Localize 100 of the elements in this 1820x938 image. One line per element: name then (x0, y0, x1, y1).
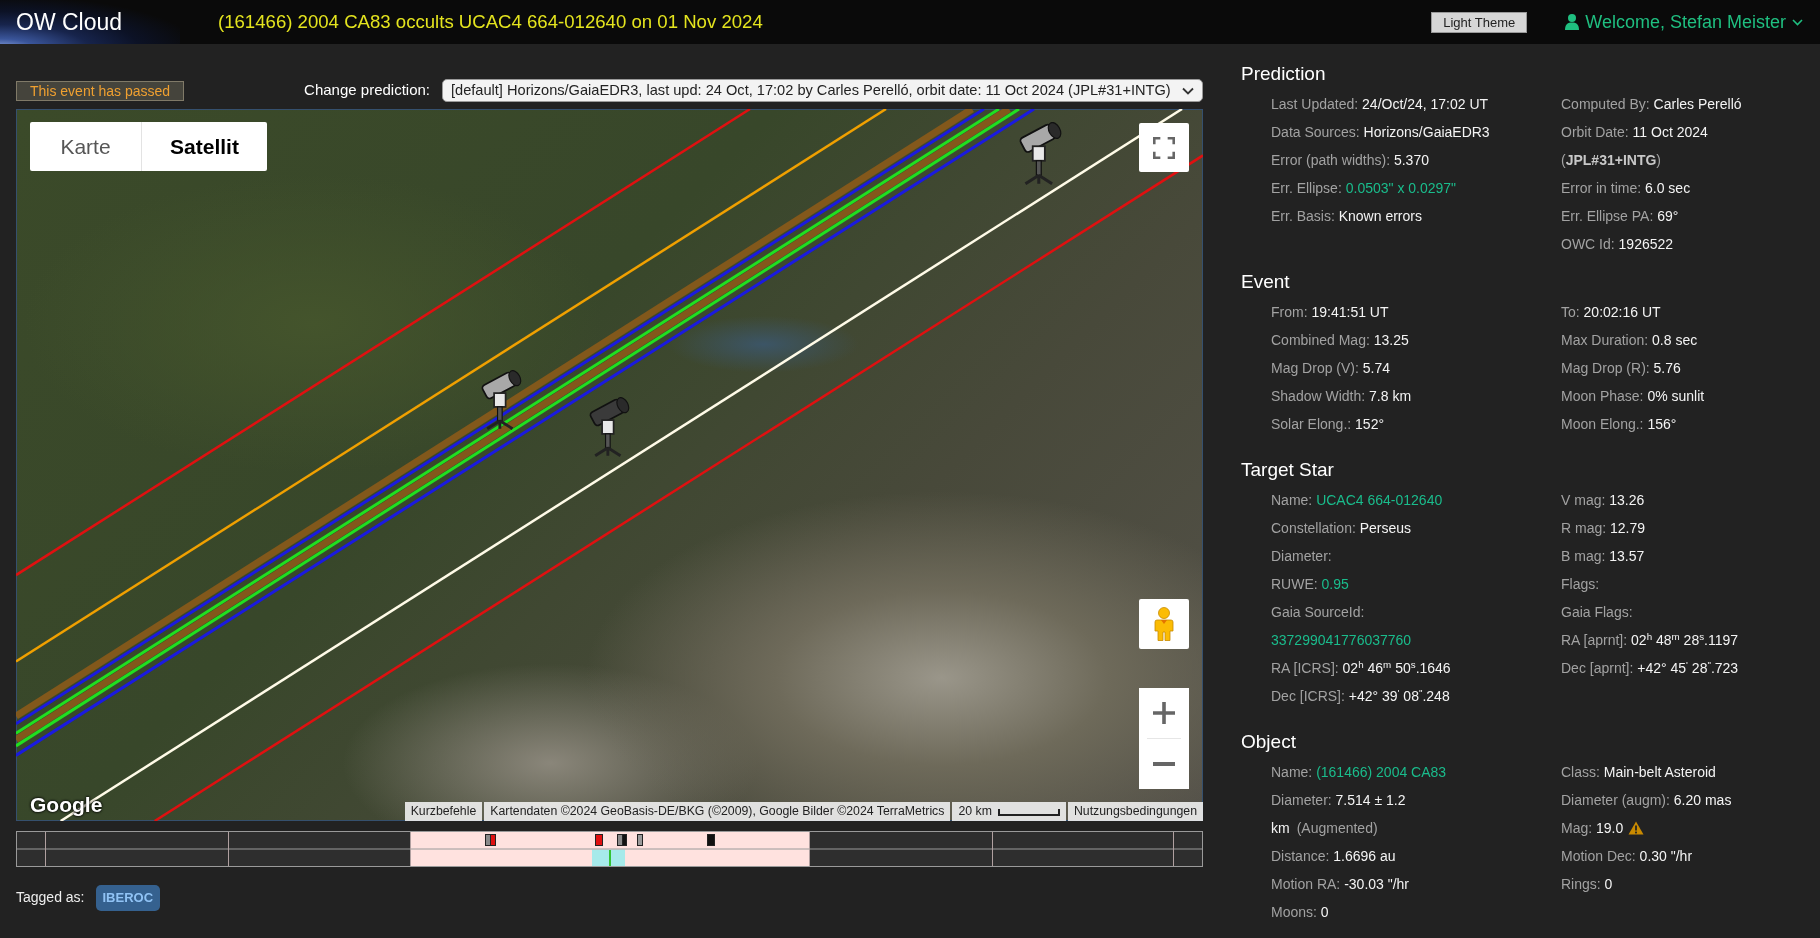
user-menu[interactable]: Welcome, Stefan Meister (1565, 8, 1803, 36)
field-value: 6.20 mas (1673, 792, 1732, 808)
central-time-line (609, 849, 611, 867)
field-label: Error in time: (1561, 180, 1642, 196)
field-label: Motion RA: (1271, 876, 1341, 892)
field-value: 02$^{h}$ 48$^{m}$ 28$^{s}$.1197 (1631, 632, 1739, 648)
field-value: 13.25 (1373, 332, 1409, 348)
field-label: Flags: (1561, 576, 1600, 592)
field-value: 152° (1355, 416, 1385, 432)
prediction-dropdown[interactable]: [default] Horizons/GaiaEDR3, last upd: 24 Oct, 17:02 by Carles Perelló, orbit date: 11 Oct 2024 (JPL#31+INTG) (442, 79, 1203, 102)
field-value: 1.6696 au (1333, 848, 1396, 864)
field-label: Combined Mag: (1271, 332, 1370, 348)
field-label: To: (1561, 304, 1580, 320)
field-value: +42° 39$^{'}$ 08$^{"}$.248 (1348, 688, 1450, 704)
station-marker-icon[interactable] (490, 834, 496, 846)
field-note: (JPL#31+INTG) (1561, 152, 1661, 168)
field-label: Motion Dec: (1561, 848, 1636, 864)
plus-icon (1153, 702, 1175, 724)
field-value: 6.0 sec (1645, 180, 1691, 196)
field-label: Dec [aprnt]: (1561, 660, 1634, 676)
field-value: 5.370 (1393, 152, 1429, 168)
field-label: Computed By: (1561, 96, 1650, 112)
field-label: RA [ICRS]: (1271, 660, 1339, 676)
event-passed-badge: This event has passed (16, 80, 185, 101)
field-value: 24/Oct/24, 17:02 UT (1362, 96, 1489, 112)
field-label: Mag Drop (V): (1271, 360, 1359, 376)
field-value: 7.8 km (1369, 388, 1412, 404)
station-marker-icon[interactable] (595, 834, 603, 846)
field-value: -30.03 "/hr (1344, 876, 1410, 892)
field-label: Gaia Flags: (1561, 604, 1633, 620)
field-label: B mag: (1561, 548, 1606, 564)
change-prediction-label: Change prediction: (304, 80, 430, 101)
field-label: Max Duration: (1561, 332, 1649, 348)
field-value: 0 (1320, 904, 1329, 920)
field-label: Name: (1271, 764, 1313, 780)
value-link[interactable]: UCAC4 664-012640 (1316, 492, 1443, 508)
field-label: RUWE: (1271, 576, 1318, 592)
field-value: Perseus (1359, 520, 1412, 536)
fullscreen-icon (1153, 136, 1175, 159)
station-marker-icon[interactable] (637, 834, 643, 846)
value-link[interactable]: 337299041776037760 (1271, 632, 1412, 648)
fullscreen-button[interactable] (1139, 123, 1189, 172)
field-label: Rings: (1561, 876, 1601, 892)
field-value: 0.30 "/hr (1639, 848, 1693, 864)
field-value: 12.79 (1610, 520, 1646, 536)
scale-label: 20 km (958, 803, 992, 820)
field-value: km (1271, 820, 1290, 836)
field-value: 13.57 (1609, 548, 1645, 564)
field-label: Moon Phase: (1561, 388, 1644, 404)
field-label: Error (path widths): (1271, 152, 1391, 168)
map-type-tab[interactable]: Satellit (141, 122, 267, 171)
map-type-tab[interactable]: Karte (30, 122, 141, 171)
brand-logo[interactable]: OW Cloud (0, 0, 180, 44)
field-label: V mag: (1561, 492, 1606, 508)
field-label: Solar Elong.: (1271, 416, 1352, 432)
chevron-down-icon (1182, 86, 1194, 95)
field-label: Constellation: (1271, 520, 1356, 536)
field-label: Distance: (1271, 848, 1330, 864)
field-value: Horizons/GaiaEDR3 (1363, 124, 1490, 140)
field-value: 11 Oct 2024 (1632, 124, 1708, 140)
terms-link[interactable]: Nutzungsbedingungen (1067, 802, 1203, 821)
field-label: Shadow Width: (1271, 388, 1366, 404)
field-label: Err. Ellipse: (1271, 180, 1342, 196)
station-marker-icon[interactable] (707, 834, 715, 846)
field-label: Class: (1561, 764, 1600, 780)
station-marker-icon[interactable] (622, 834, 627, 846)
field-value: 19:41:51 UT (1311, 304, 1389, 320)
field-value: 7.514 ± 1.2 (1335, 792, 1406, 808)
event-title: (161466) 2004 CA83 occults UCAC4 664-012640 on 01 Nov 2024 (218, 10, 763, 35)
field-value: +42° 45$^{'}$ 28$^{"}$.723 (1637, 660, 1739, 676)
field-value: 69° (1657, 208, 1679, 224)
person-icon (1154, 607, 1174, 641)
field-value: Carles Perelló (1653, 96, 1742, 112)
field-value: 19.0 (1596, 820, 1624, 836)
field-label: Err. Basis: (1271, 208, 1335, 224)
map-data-attribution: Kartendaten ©2024 GeoBasis-DE/BKG (©2009), Google Bilder ©2024 TerraMetrics (484, 802, 951, 821)
field-value: 0% sunlit (1647, 388, 1705, 404)
field-value: 13.26 (1609, 492, 1645, 508)
field-value: 0.95 (1321, 576, 1349, 592)
field-label: Diameter: (1271, 548, 1332, 564)
user-icon (1565, 14, 1580, 30)
section-title: Prediction (1241, 62, 1327, 86)
light-theme-button[interactable]: Light Theme (1431, 11, 1528, 33)
field-label: Mag Drop (R): (1561, 360, 1650, 376)
field-note: (Augmented) (1296, 820, 1378, 836)
field-value: 20:02:16 UT (1583, 304, 1661, 320)
field-label: Name: (1271, 492, 1313, 508)
field-value: 156° (1647, 416, 1677, 432)
tagged-as-label: Tagged as: (16, 888, 85, 908)
field-value: 5.76 (1653, 360, 1681, 376)
field-label: Moon Elong.: (1561, 416, 1644, 432)
section-title: Target Star (1241, 458, 1335, 482)
chevron-down-icon (1792, 18, 1803, 26)
keyboard-shortcuts-link[interactable]: Kurzbefehle (404, 802, 483, 821)
field-value: 02$^{h}$ 46$^{m}$ 50$^{s}$.1646 (1342, 660, 1451, 676)
field-label: Mag: (1561, 820, 1593, 836)
warning-icon (1628, 821, 1645, 835)
field-value: 1926522 (1618, 236, 1674, 252)
value-link[interactable]: (161466) 2004 CA83 (1316, 764, 1447, 780)
field-value: Known errors (1338, 208, 1422, 224)
